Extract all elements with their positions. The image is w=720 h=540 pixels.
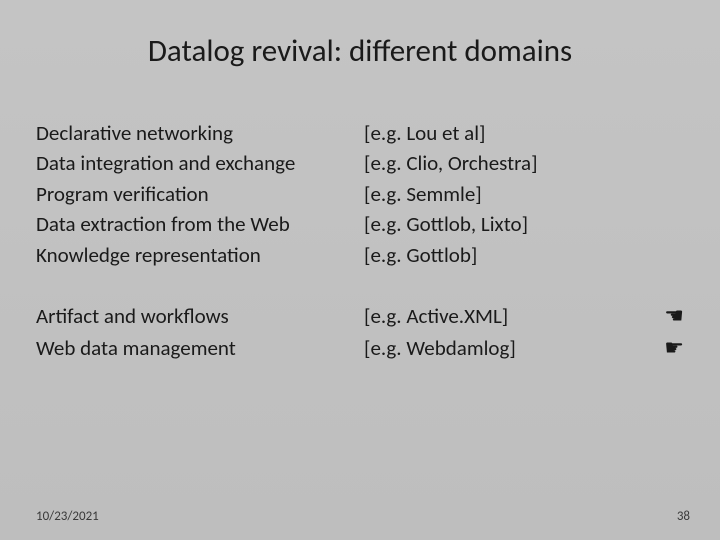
- footer-page-number: 38: [677, 509, 690, 524]
- topic-text: Declarative networking: [36, 118, 364, 148]
- topic-text: Web data management: [36, 333, 364, 363]
- reference-text: [e.g. Clio, Orchestra]: [364, 148, 684, 178]
- footer-date: 10/23/2021: [36, 509, 99, 524]
- slide-body: Declarative networking [e.g. Lou et al] …: [36, 118, 684, 364]
- list-item: Data extraction from the Web [e.g. Gottl…: [36, 209, 684, 239]
- list-item: Web data management [e.g. Webdamlog] ☛: [36, 332, 684, 364]
- list-item: Declarative networking [e.g. Lou et al]: [36, 118, 684, 148]
- topic-text: Data integration and exchange: [36, 148, 364, 178]
- pointer-left-icon: ☚: [648, 300, 684, 332]
- slide-footer: 10/23/2021 38: [36, 509, 690, 524]
- pointer-right-icon: ☛: [648, 332, 684, 364]
- list-item: Knowledge representation [e.g. Gottlob]: [36, 240, 684, 270]
- topic-text: Artifact and workflows: [36, 301, 364, 331]
- reference-text: [e.g. Lou et al]: [364, 118, 684, 148]
- reference-text: [e.g. Active.XML]: [364, 301, 648, 331]
- slide-title: Datalog revival: different domains: [36, 32, 684, 70]
- reference-text: [e.g. Gottlob]: [364, 240, 684, 270]
- topic-text: Program verification: [36, 179, 364, 209]
- list-item: Artifact and workflows [e.g. Active.XML]…: [36, 300, 684, 332]
- topic-text: Knowledge representation: [36, 240, 364, 270]
- reference-text: [e.g. Webdamlog]: [364, 333, 648, 363]
- reference-text: [e.g. Gottlob, Lixto]: [364, 209, 684, 239]
- topic-text: Data extraction from the Web: [36, 209, 364, 239]
- list-item: Program verification [e.g. Semmle]: [36, 179, 684, 209]
- reference-text: [e.g. Semmle]: [364, 179, 684, 209]
- list-item: Data integration and exchange [e.g. Clio…: [36, 148, 684, 178]
